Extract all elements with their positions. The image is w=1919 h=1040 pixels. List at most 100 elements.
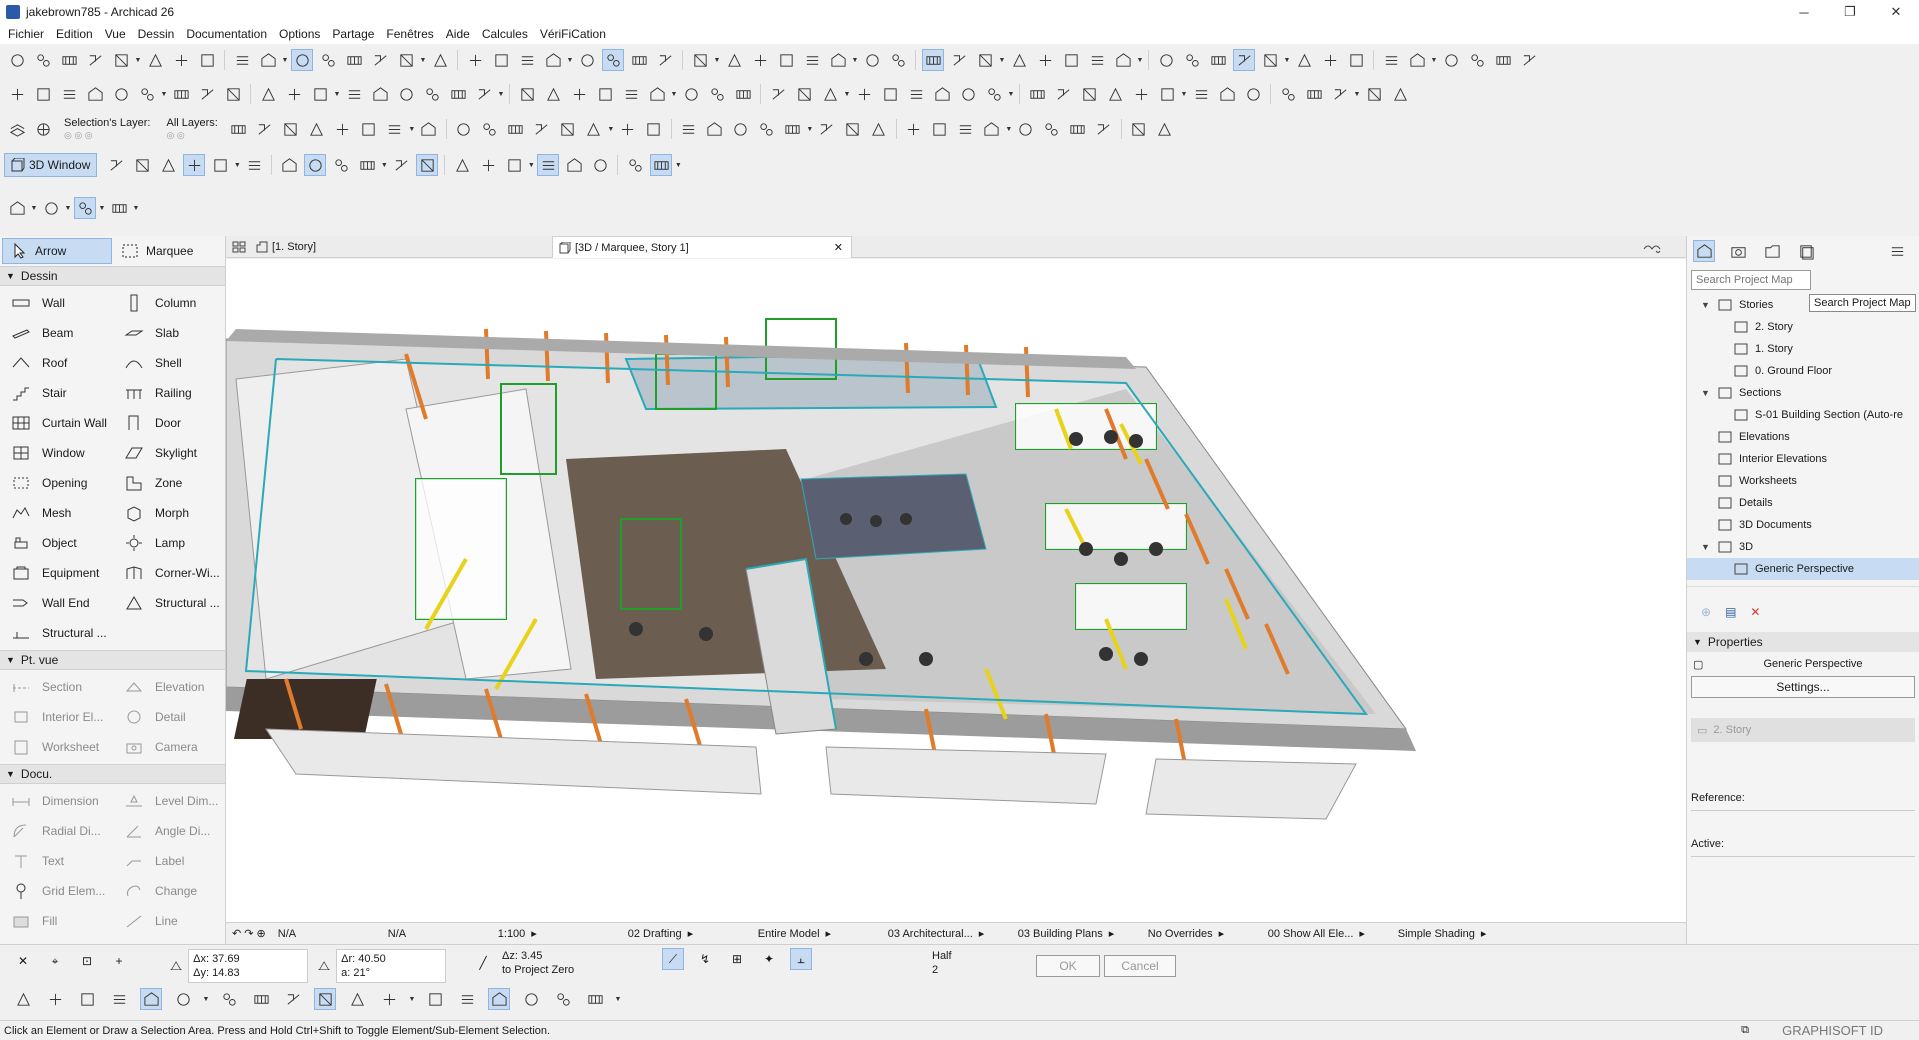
shading-selector[interactable]: Simple Shading ▸ — [1392, 927, 1502, 941]
tb3-triangle-tool-icon-23[interactable] — [869, 119, 889, 139]
tb1-link-icon-11[interactable] — [318, 50, 338, 70]
tree-node-worksheets[interactable]: Worksheets — [1687, 470, 1919, 492]
tb1-list-icon-8[interactable] — [232, 50, 252, 70]
tb2-wall-layer-icon-16[interactable] — [448, 84, 468, 104]
scale-selector[interactable]: 1:100 ▸ — [492, 927, 622, 941]
tool-object[interactable]: Object — [0, 528, 113, 558]
tb2-dropdown-29[interactable]: ▼ — [843, 84, 851, 104]
tb3-dropdown-13[interactable]: ▼ — [607, 119, 615, 139]
tb4-crosshair-icon-13[interactable] — [478, 155, 498, 175]
tb2-dropdown-17[interactable]: ▼ — [497, 84, 505, 104]
tb2-triangle-tool-icon-29[interactable] — [820, 84, 840, 104]
tb1-dropdown-14[interactable]: ▼ — [419, 50, 427, 70]
tree-node-elevations[interactable]: Elevations — [1687, 426, 1919, 448]
info2-square-tool-icon-2[interactable] — [77, 989, 97, 1009]
tb3-transform-icon-31[interactable] — [1094, 119, 1114, 139]
tb4-wall-layer-icon-19[interactable] — [650, 154, 673, 176]
tb1-crosshair-icon-16[interactable] — [465, 50, 485, 70]
tool-corner-window[interactable]: Corner-Wi... — [113, 558, 225, 588]
3d-viewport[interactable] — [226, 259, 1686, 922]
tb4-list-icon-15[interactable] — [537, 154, 560, 176]
tool-dimension[interactable]: Dimension — [0, 786, 113, 816]
tb1-square-tool-icon-47[interactable] — [1346, 50, 1366, 70]
tb3-wall-layer-icon-10[interactable] — [506, 119, 526, 139]
tb1-circle-tool-icon-30[interactable] — [862, 50, 882, 70]
tb3-triangle-tool-icon-33[interactable] — [1155, 119, 1175, 139]
tb1-list-icon-48[interactable] — [1381, 50, 1401, 70]
info2-dropdown-11[interactable]: ▼ — [408, 989, 416, 1009]
tb1-triangle-tool-icon-15[interactable] — [430, 50, 450, 70]
model-selector[interactable]: Entire Model ▸ — [752, 927, 882, 941]
tb2-wall-layer-icon-36[interactable] — [1027, 84, 1047, 104]
tb1-crosshair-icon-26[interactable] — [750, 50, 770, 70]
tree-node-1-story[interactable]: 1. Story — [1687, 338, 1919, 360]
tb2-cross-box-icon-48[interactable] — [1364, 84, 1384, 104]
tb1-transform-icon-3[interactable] — [85, 50, 105, 70]
tb2-triangle-tool-icon-19[interactable] — [543, 84, 563, 104]
tb3-cross-box-icon-22[interactable] — [843, 119, 863, 139]
tb3-circle-tool-icon-28[interactable] — [1016, 119, 1036, 139]
tb1-square-tool-icon-17[interactable] — [491, 50, 511, 70]
info2-triangle-tool-icon-0[interactable] — [13, 989, 33, 1009]
tb4-square-tool-icon-14[interactable] — [504, 155, 524, 175]
tb1-triangle-tool-icon-25[interactable] — [724, 50, 744, 70]
view-map-icon[interactable] — [1728, 241, 1748, 261]
tb1-square-tool-icon-37[interactable] — [1061, 50, 1081, 70]
tb4-circle-tool-icon-7[interactable] — [304, 154, 327, 176]
tb2-crosshair-icon-30[interactable] — [854, 84, 874, 104]
delta-x-value[interactable]: Δx: 37.69 — [193, 952, 303, 966]
tool-worksheet[interactable]: Worksheet — [0, 732, 113, 762]
tb3-cross-box-icon-12[interactable] — [558, 119, 578, 139]
reference-slider[interactable] — [1691, 810, 1915, 832]
tb1-square-tool-icon-27[interactable] — [776, 50, 796, 70]
tool-wall-end[interactable]: Wall End — [0, 588, 113, 618]
tb3-wall-layer-icon-30[interactable] — [1068, 119, 1088, 139]
undo-zoom-icon[interactable]: ↶ ↷ ⊕ — [226, 927, 272, 940]
tb2-circle-tool-icon-44[interactable] — [1243, 84, 1263, 104]
search-project-map-input[interactable] — [1691, 270, 1811, 290]
tb2-dropdown-41[interactable]: ▼ — [1180, 84, 1188, 104]
menu-verification[interactable]: VériFiCation — [534, 24, 612, 44]
tb1-link-icon-31[interactable] — [888, 50, 908, 70]
tb4-transform-icon-10[interactable] — [391, 155, 411, 175]
tb2-dropdown-5[interactable]: ▼ — [160, 84, 168, 104]
ok-button[interactable]: OK — [1036, 955, 1100, 977]
tb1-transform-icon-43[interactable] — [1233, 49, 1255, 71]
tb1-dropdown-29[interactable]: ▼ — [851, 50, 859, 70]
tool-radial-dimension[interactable]: Radial Di... — [0, 816, 113, 846]
tb5-circle-tool-icon-1[interactable] — [41, 198, 61, 218]
navigator-menu-icon[interactable] — [1887, 241, 1907, 261]
tb4-transform-icon-0[interactable] — [106, 155, 126, 175]
layer-settings-icon[interactable] — [7, 119, 27, 139]
tb4-dropdown-19[interactable]: ▼ — [674, 155, 682, 175]
status-na-2[interactable]: N/A — [382, 928, 492, 940]
tb3-list-icon-16[interactable] — [679, 119, 699, 139]
tb4-link-icon-8[interactable] — [331, 155, 351, 175]
menu-documentation[interactable]: Documentation — [180, 24, 273, 44]
to-project-zero-label[interactable]: to Project Zero — [502, 963, 602, 977]
toolbox-group-docu[interactable]: ▼ Docu. — [0, 764, 225, 784]
toolbox-group-ptvue[interactable]: ▼ Pt. vue — [0, 650, 225, 670]
add-icon[interactable]: + — [109, 951, 129, 971]
tb5-dropdown-1[interactable]: ▼ — [64, 198, 72, 218]
tb1-list-icon-18[interactable] — [517, 50, 537, 70]
tb3-square-tool-icon-25[interactable] — [930, 119, 950, 139]
tb5-house-icon-0[interactable] — [7, 198, 27, 218]
info2-crosshair-icon-11[interactable] — [379, 989, 399, 1009]
tool-camera[interactable]: Camera — [113, 732, 225, 762]
tb2-crosshair-icon-40[interactable] — [1131, 84, 1151, 104]
geometry-method-icon[interactable]: ✕ — [13, 951, 33, 971]
tb1-circle-tool-icon-0[interactable] — [7, 50, 27, 70]
tool-zone[interactable]: Zone — [113, 468, 225, 498]
tool-curtain-wall[interactable]: Curtain Wall — [0, 408, 113, 438]
tool-text[interactable]: Text — [0, 846, 113, 876]
tb1-wall-layer-icon-22[interactable] — [629, 50, 649, 70]
tb4-cross-box-icon-1[interactable] — [132, 155, 152, 175]
tb2-triangle-tool-icon-9[interactable] — [258, 84, 278, 104]
tb2-wall-layer-icon-6[interactable] — [171, 84, 191, 104]
tb1-house-icon-9[interactable] — [258, 50, 278, 70]
tb1-dropdown-4[interactable]: ▼ — [134, 50, 142, 70]
tb3-house-icon-17[interactable] — [705, 119, 725, 139]
active-slider[interactable] — [1691, 856, 1915, 878]
layout-book-icon[interactable] — [1762, 241, 1782, 261]
